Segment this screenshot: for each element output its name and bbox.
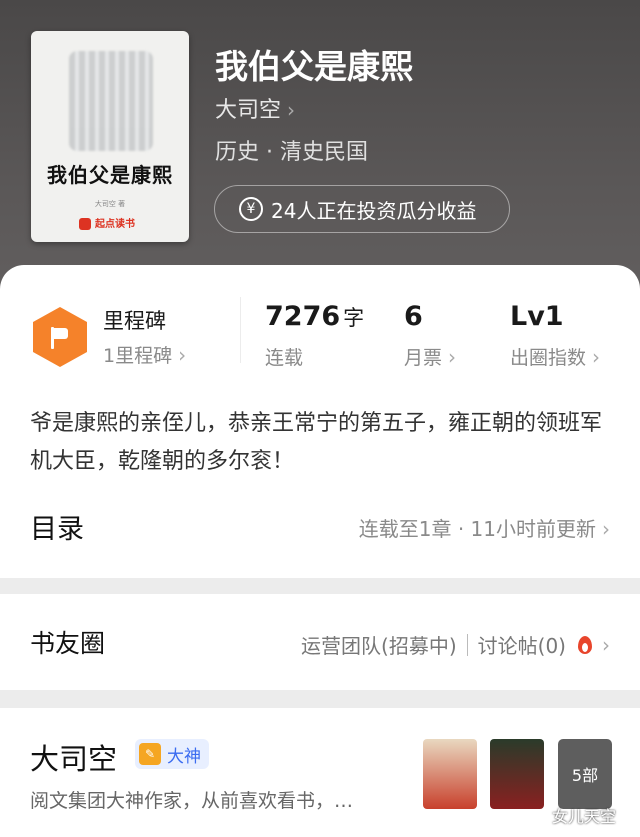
invest-button[interactable]: ¥ 24人正在投资瓜分收益 <box>214 185 510 233</box>
watermark: 女儿天空 <box>552 807 617 826</box>
author-badge: ✎ 大神 <box>135 739 209 769</box>
book-info-card: 里程碑 1里程碑 › 7276 字 连载 6 月票 › Lv1 出圈指数 › 爷是康熙的… <box>0 265 640 578</box>
discussion-posts-link[interactable]: 讨论帖(0) <box>478 630 566 659</box>
toc-update-status[interactable]: 连载至1章 · 11小时前更新 › <box>359 513 610 542</box>
reader-circle-links: 运营团队(招募中) 讨论帖(0) › <box>301 630 610 659</box>
author-works-count[interactable]: 5部 <box>558 739 612 809</box>
cover-title: 我伯父是康熙 <box>47 163 173 187</box>
milestone-count[interactable]: 1里程碑 › <box>103 341 186 368</box>
chevron-right-icon: › <box>448 345 457 369</box>
chevron-right-icon: › <box>602 632 610 657</box>
book-category[interactable]: 历史 · 清史民国 <box>215 134 368 166</box>
influence-level: Lv1 <box>510 301 564 332</box>
divider <box>240 297 241 363</box>
author-link[interactable]: 大司空 › <box>215 92 295 124</box>
milestone-label: 里程碑 <box>103 309 166 333</box>
brand-logo-icon <box>79 218 91 230</box>
chevron-right-icon: › <box>592 345 601 369</box>
influence-index-link[interactable]: 出圈指数 › <box>510 343 600 370</box>
author-card[interactable]: 大司空 ✎ 大神 阅文集团大神作家，从前喜欢看书，… 5部 <box>0 708 640 837</box>
book-cover[interactable]: 我伯父是康熙 大司空 著 起点读书 <box>31 31 189 242</box>
monthly-ticket-count: 6 <box>404 301 423 332</box>
cover-artwork <box>69 51 153 151</box>
book-header: 我伯父是康熙 大司空 著 起点读书 我伯父是康熙 大司空 › 历史 · 清史民国 … <box>0 0 640 300</box>
reader-circle-title: 书友圈 <box>30 629 106 658</box>
author-work-thumbnail[interactable] <box>490 739 544 809</box>
chevron-right-icon: › <box>178 343 187 367</box>
book-synopsis[interactable]: 爷是康熙的亲侄儿，恭亲王常宁的第五子，雍正朝的领班军机大臣，乾隆朝的多尔衮！ <box>30 405 610 481</box>
cover-brand: 起点读书 <box>79 215 135 230</box>
author-name: 大司空 <box>30 742 118 776</box>
book-title: 我伯父是康熙 <box>215 47 413 86</box>
reader-circle-card[interactable]: 书友圈 运营团队(招募中) 讨论帖(0) › <box>0 594 640 690</box>
toc-title[interactable]: 目录 <box>30 507 84 546</box>
monthly-ticket-link[interactable]: 月票 › <box>404 343 456 370</box>
yen-icon: ¥ <box>239 197 263 221</box>
invest-label: 24人正在投资瓜分收益 <box>271 198 477 223</box>
word-count: 7276 字 <box>265 301 365 332</box>
chevron-right-icon: › <box>287 98 296 122</box>
serial-status: 连载 <box>265 347 304 369</box>
fire-icon <box>578 635 592 654</box>
author-work-thumbnail[interactable] <box>423 739 477 809</box>
author-description: 阅文集团大神作家，从前喜欢看书，… <box>30 790 354 812</box>
operation-team-link[interactable]: 运营团队(招募中) <box>301 630 457 659</box>
cover-author: 大司空 著 <box>94 200 126 208</box>
separator <box>466 633 468 656</box>
milestone-flag-icon[interactable] <box>33 307 87 367</box>
chevron-right-icon: › <box>602 517 610 541</box>
pen-icon: ✎ <box>139 743 161 765</box>
